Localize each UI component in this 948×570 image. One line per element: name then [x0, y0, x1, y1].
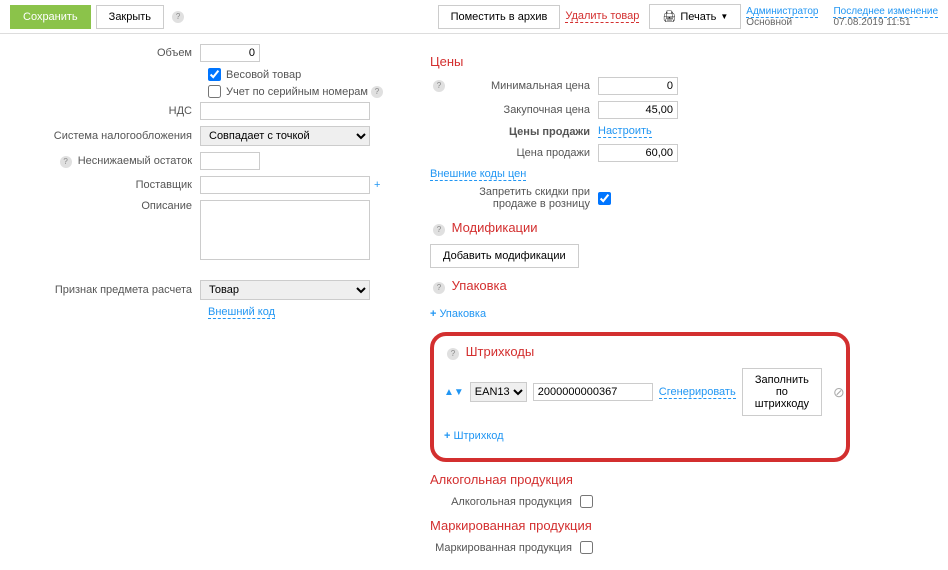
sale-price-label: Цена продажи: [448, 147, 598, 159]
supplier-input[interactable]: [200, 176, 370, 194]
admin-sub: Основной: [746, 17, 792, 28]
volume-label: Объем: [40, 47, 200, 59]
add-packaging-link[interactable]: +Упаковка: [430, 308, 486, 320]
help-icon[interactable]: ?: [447, 348, 459, 360]
add-barcode-link[interactable]: +Штрихкод: [444, 430, 504, 442]
external-code-link[interactable]: Внешний код: [208, 306, 275, 319]
fill-by-barcode-button[interactable]: Заполнить по штрихкоду: [742, 368, 822, 416]
help-icon[interactable]: ?: [371, 86, 383, 98]
delete-link[interactable]: Удалить товар: [565, 10, 639, 23]
prices-title: Цены: [430, 54, 850, 69]
alcohol-checkbox[interactable]: [580, 495, 593, 508]
external-price-codes-link[interactable]: Внешние коды цен: [430, 168, 526, 181]
purchase-price-label: Закупочная цена: [448, 104, 598, 116]
item-type-label: Признак предмета расчета: [40, 284, 200, 296]
disable-discount-checkbox[interactable]: [598, 192, 611, 205]
alcohol-label: Алкогольная продукция: [430, 496, 580, 508]
barcode-value-input[interactable]: [533, 383, 653, 401]
item-type-select[interactable]: Товар: [200, 280, 370, 300]
admin-info: Администратор Основной: [746, 6, 818, 28]
print-label: Печать: [680, 11, 716, 23]
caret-down-icon: ▼: [720, 12, 728, 21]
vat-label: НДС: [40, 105, 200, 117]
last-change-info: Последнее изменение 07.08.2019 11:51: [833, 6, 938, 28]
barcode-type-select[interactable]: EAN13: [470, 382, 527, 402]
weight-product-checkbox[interactable]: [208, 68, 221, 81]
weight-product-label: Весовой товар: [226, 69, 301, 81]
right-column: Цены ? Минимальная цена Закупочная цена …: [430, 44, 850, 560]
marked-title: Маркированная продукция: [430, 518, 850, 533]
marked-checkbox[interactable]: [580, 541, 593, 554]
print-button[interactable]: Печать ▼: [649, 4, 741, 29]
serial-tracking-checkbox[interactable]: [208, 85, 221, 98]
barcodes-title: ? Штрихкоды: [444, 344, 836, 360]
supplier-label: Поставщик: [40, 179, 200, 191]
toolbar: Сохранить Закрыть ? Поместить в архив Уд…: [0, 0, 948, 34]
tax-system-select[interactable]: Совпадает с точкой: [200, 126, 370, 146]
marked-label: Маркированная продукция: [430, 542, 580, 554]
content: Объем Весовой товар Учет по серийным ном…: [0, 34, 948, 570]
left-column: Объем Весовой товар Учет по серийным ном…: [40, 44, 400, 560]
sort-arrows-icon[interactable]: ▲▼: [444, 387, 464, 398]
description-textarea[interactable]: [200, 200, 370, 260]
help-icon[interactable]: ?: [433, 224, 445, 236]
archive-button[interactable]: Поместить в архив: [438, 5, 561, 29]
disable-discount-label: Запретить скидки при продаже в розницу: [448, 186, 598, 210]
configure-link[interactable]: Настроить: [598, 125, 652, 138]
sale-prices-label: Цены продажи: [448, 126, 598, 138]
add-supplier-icon[interactable]: +: [374, 179, 380, 191]
close-button[interactable]: Закрыть: [96, 5, 164, 29]
last-change-date: 07.08.2019 11:51: [833, 17, 910, 28]
barcodes-section: ? Штрихкоды ▲▼ EAN13 Сгенерировать Запол…: [430, 332, 850, 462]
min-stock-label: Неснижаемый остаток: [78, 155, 192, 167]
barcode-row: ▲▼ EAN13 Сгенерировать Заполнить по штри…: [444, 368, 836, 416]
serial-tracking-label: Учет по серийным номерам: [226, 86, 368, 98]
vat-input[interactable]: [200, 102, 370, 120]
description-label: Описание: [40, 200, 200, 212]
plus-icon: +: [444, 430, 450, 442]
help-icon[interactable]: ?: [433, 80, 445, 92]
packaging-title: ? Упаковка: [430, 278, 850, 294]
purchase-price-input[interactable]: [598, 101, 678, 119]
min-price-input[interactable]: [598, 77, 678, 95]
plus-icon: +: [430, 308, 436, 320]
min-price-label: Минимальная цена: [448, 80, 598, 92]
help-icon[interactable]: ?: [433, 282, 445, 294]
volume-input[interactable]: [200, 44, 260, 62]
alcohol-title: Алкогольная продукция: [430, 472, 850, 487]
sale-price-input[interactable]: [598, 144, 678, 162]
add-modifications-button[interactable]: Добавить модификации: [430, 244, 579, 268]
min-stock-input[interactable]: [200, 152, 260, 170]
help-icon[interactable]: ?: [60, 156, 72, 168]
save-button[interactable]: Сохранить: [10, 5, 91, 29]
delete-barcode-icon[interactable]: ⊘: [833, 384, 845, 401]
modifications-title: ? Модификации: [430, 220, 850, 236]
tax-system-label: Система налогообложения: [40, 130, 200, 142]
generate-link[interactable]: Сгенерировать: [659, 386, 736, 399]
help-icon[interactable]: ?: [172, 11, 184, 23]
